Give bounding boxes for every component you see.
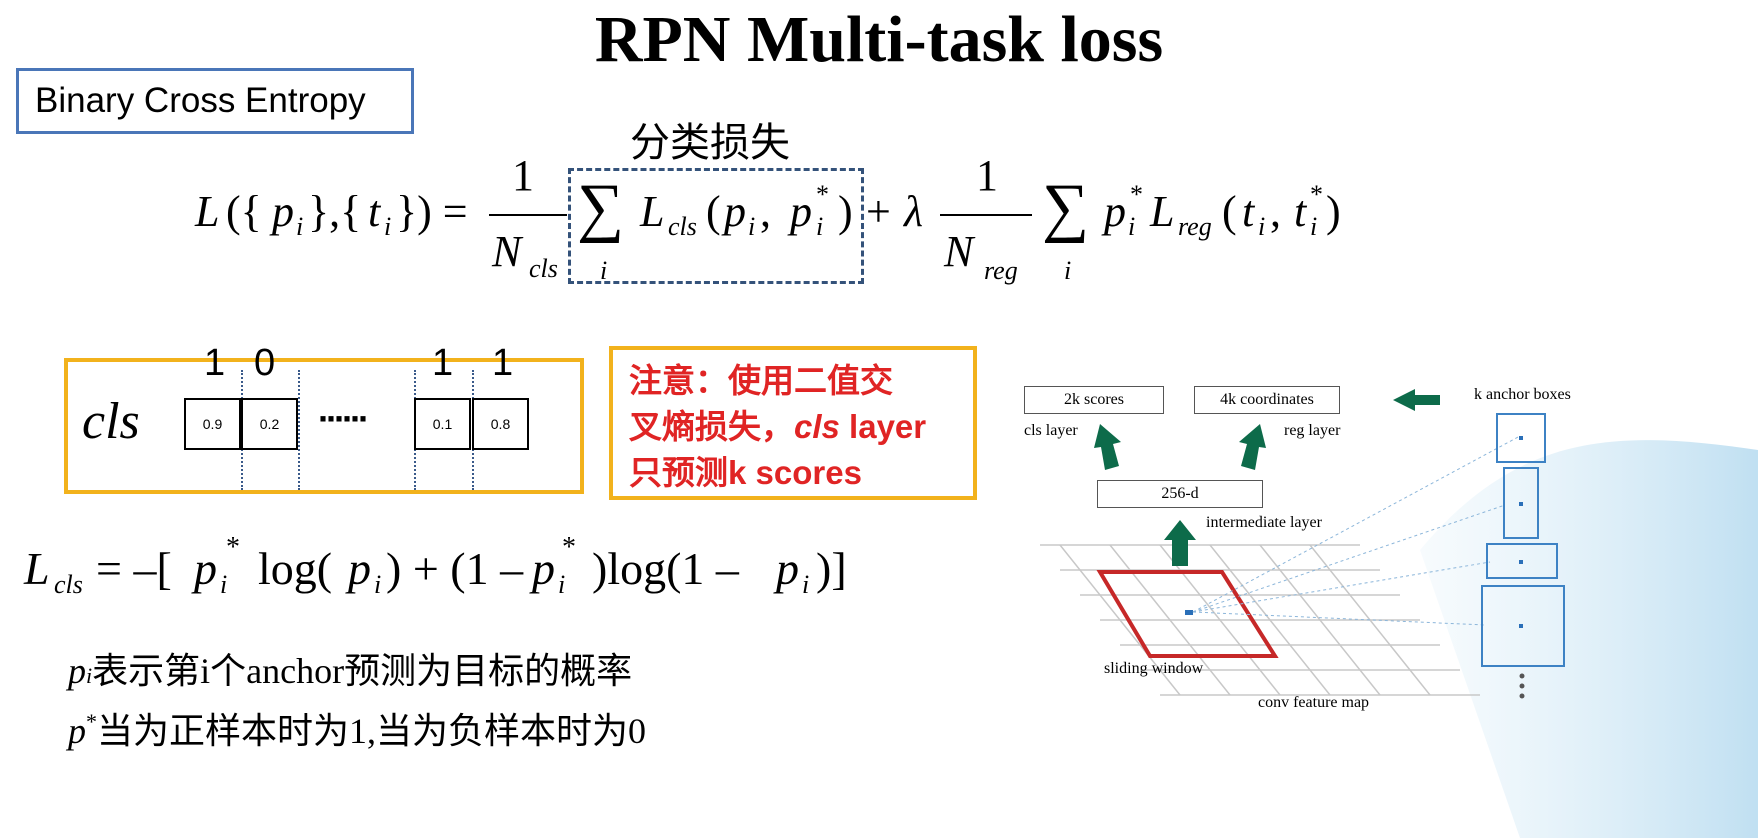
light-cone: [1420, 440, 1758, 838]
sliding-window-label: sliding window: [1104, 660, 1204, 677]
pi-explanation: pi表示第i个anchor预测为目标的概率: [68, 651, 633, 691]
vertical-ellipsis: [1519, 673, 1525, 699]
center-point: [1185, 610, 1193, 615]
rpn-diagram: [1040, 389, 1758, 838]
conv-map-label: conv feature map: [1258, 694, 1370, 711]
cls-layer-label: cls layer: [1024, 422, 1078, 439]
intermediate-box: 256-d: [1097, 480, 1263, 508]
pstar-explanation: p*当为正样本时为1,当为负样本时为0: [68, 709, 647, 751]
reg-layer-label: reg layer: [1284, 422, 1341, 439]
anchor-boxes-label: k anchor boxes: [1474, 386, 1571, 403]
scores-box: 2k scores: [1024, 386, 1164, 414]
coordinates-box: 4k coordinates: [1194, 386, 1340, 414]
intermediate-layer-label: intermediate layer: [1206, 514, 1322, 531]
lcls-formula: L cls = –[ p i * log( p i ) + (1 – p i *…: [24, 532, 847, 599]
arrows: [1094, 389, 1440, 566]
